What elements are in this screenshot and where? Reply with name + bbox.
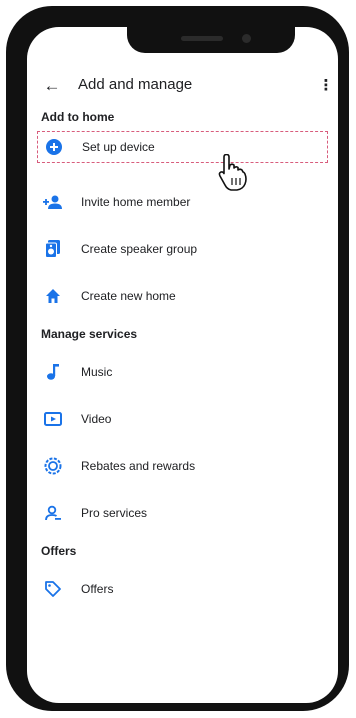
create-speaker-group-label: Create speaker group — [81, 242, 198, 256]
page-title: Add and manage — [78, 76, 193, 93]
back-arrow-icon[interactable]: ← — [41, 75, 63, 97]
offers-button[interactable]: Offers — [37, 573, 328, 605]
pro-services-button[interactable]: Pro services — [37, 497, 328, 529]
video-icon — [41, 407, 65, 431]
rebates-and-rewards-button[interactable]: Rebates and rewards — [37, 450, 328, 482]
tag-icon — [41, 577, 65, 601]
set-up-device-label: Set up device — [82, 140, 155, 154]
pro-services-label: Pro services — [81, 506, 148, 520]
top-app-bar: ← Add and manage ⋮ — [27, 67, 338, 107]
home-icon — [41, 284, 65, 308]
phone-frame: ← Add and manage ⋮ Add to home Set up de… — [6, 6, 349, 711]
section-title-offers: Offers — [41, 544, 77, 558]
speaker-grille — [181, 36, 223, 41]
create-new-home-label: Create new home — [81, 289, 176, 303]
music-note-icon — [41, 360, 65, 384]
rebates-and-rewards-label: Rebates and rewards — [81, 459, 196, 473]
front-camera — [242, 34, 251, 43]
music-label: Music — [81, 365, 113, 379]
person-add-icon — [41, 190, 65, 214]
invite-home-member-button[interactable]: Invite home member — [37, 186, 328, 218]
video-label: Video — [81, 412, 112, 426]
create-new-home-button[interactable]: Create new home — [37, 280, 328, 312]
create-speaker-group-button[interactable]: Create speaker group — [37, 233, 328, 265]
hand-pointer-cursor-icon — [218, 154, 247, 191]
pro-services-icon — [41, 501, 65, 525]
app-screen: ← Add and manage ⋮ Add to home Set up de… — [27, 27, 338, 703]
section-title-manage-services: Manage services — [41, 327, 138, 341]
speaker-group-icon — [41, 237, 65, 261]
set-up-device-button[interactable]: Set up device — [37, 131, 328, 163]
rebates-icon — [41, 454, 65, 478]
music-button[interactable]: Music — [37, 356, 328, 388]
more-options-icon[interactable]: ⋮ — [318, 74, 334, 96]
section-title-add-to-home: Add to home — [41, 110, 115, 124]
invite-home-member-label: Invite home member — [81, 195, 191, 209]
offers-label: Offers — [81, 582, 114, 596]
phone-notch — [127, 27, 295, 53]
add-circle-icon — [42, 135, 66, 159]
video-button[interactable]: Video — [37, 403, 328, 435]
